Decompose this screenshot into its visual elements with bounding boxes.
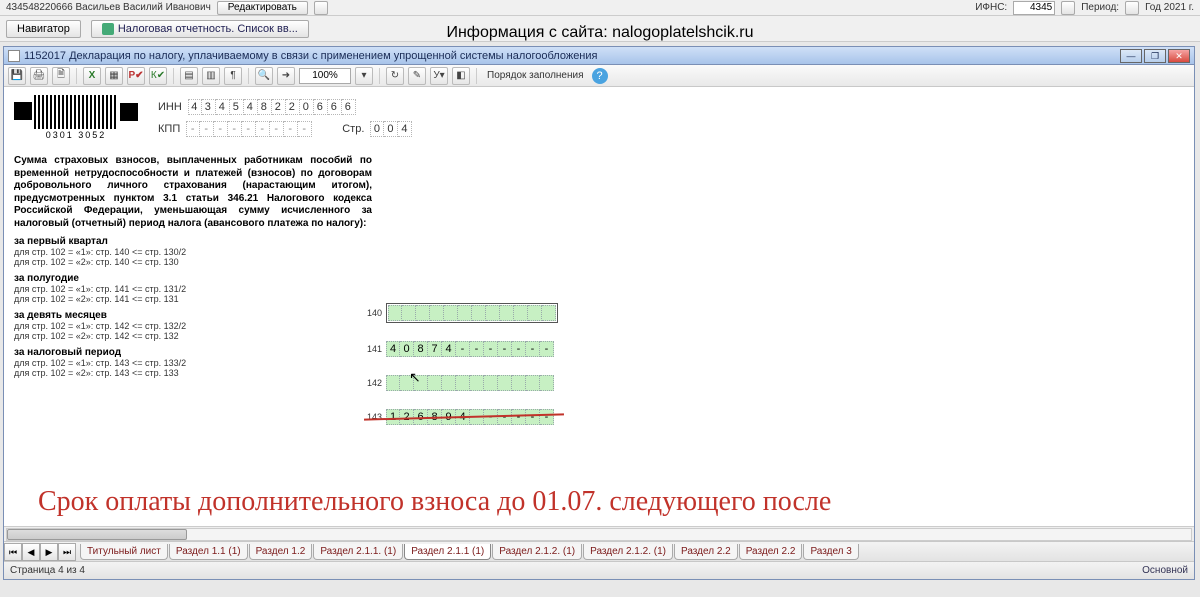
separator <box>476 68 477 84</box>
kpp-label: КПП <box>158 123 180 135</box>
amount-input-140[interactable] <box>388 305 556 321</box>
check-icon[interactable]: К✔ <box>149 67 167 85</box>
separator <box>248 68 249 84</box>
status-page: Страница 4 из 4 <box>10 565 85 576</box>
document-icon <box>102 23 114 35</box>
section-description: Сумма страховых взносов, выплаченных раб… <box>14 155 372 230</box>
barcode <box>34 95 118 129</box>
amount-input-143[interactable]: 126894------ <box>386 409 554 425</box>
open-window-label: Налоговая отчетность. Список вв... <box>118 23 298 35</box>
page-label: Стр. <box>342 123 364 135</box>
period-label: Период: <box>1081 2 1119 13</box>
field-label: 140 <box>364 308 382 318</box>
sheet-tab[interactable]: Раздел 2.1.1. (1) <box>313 544 403 560</box>
find-icon[interactable]: 🔍 <box>255 67 273 85</box>
goto-icon[interactable]: ➜ <box>277 67 295 85</box>
tab-first-button[interactable]: ⏮ <box>4 543 22 561</box>
sheet-tab[interactable]: Раздел 2.2 <box>674 544 738 560</box>
period-title: за налоговый период <box>14 347 1184 358</box>
maximize-button[interactable]: ❐ <box>1144 49 1166 63</box>
mdi-window: 1152017 Декларация по налогу, уплачиваем… <box>3 46 1195 580</box>
close-button[interactable]: ✕ <box>1168 49 1190 63</box>
save-icon[interactable]: 💾 <box>8 67 26 85</box>
inn-label: ИНН <box>158 101 182 113</box>
preview-icon[interactable]: 🗎 <box>52 67 70 85</box>
period-picker-button[interactable] <box>1125 1 1139 15</box>
minimize-button[interactable]: — <box>1120 49 1142 63</box>
separator <box>173 68 174 84</box>
open-window-tab[interactable]: Налоговая отчетность. Список вв... <box>91 20 309 38</box>
kpp-field[interactable]: --------- <box>186 121 312 137</box>
zoom-input[interactable] <box>299 68 351 84</box>
horizontal-scrollbar[interactable] <box>4 526 1194 541</box>
tool-icon-6[interactable]: ◧ <box>452 67 470 85</box>
pdf-icon[interactable]: P✔ <box>127 67 145 85</box>
sheet-tabbar: ⏮ ◀ ▶ ⏭ Титульный листРаздел 1.1 (1)Разд… <box>4 541 1194 561</box>
tool-icon-2[interactable]: ▥ <box>202 67 220 85</box>
tool-icon-3[interactable]: ¶ <box>224 67 242 85</box>
sheet-tab[interactable]: Раздел 2.1.1 (1) <box>404 544 491 560</box>
topbar-extra-button[interactable] <box>314 1 328 15</box>
year-label: Год 2021 г. <box>1145 2 1194 13</box>
amount-fields: 140 141 40874------- 142 143 126894------ <box>364 303 558 443</box>
form-page: ИНН 434548220666 КПП --------- Стр. 004 … <box>4 87 1194 539</box>
tool-icon-5[interactable]: У▾ <box>430 67 448 85</box>
toolbar: 💾 🖨 🗎 X ▦ P✔ К✔ ▤ ▥ ¶ 🔍 ➜ ▾ ↻ ✎ У▾ ◧ Пор… <box>4 65 1194 87</box>
fill-order-link[interactable]: Порядок заполнения <box>483 70 588 81</box>
mdi-titlebar: 1152017 Декларация по налогу, уплачиваем… <box>4 47 1194 65</box>
ifns-input[interactable] <box>1013 1 1055 15</box>
mdi-title-text: 1152017 Декларация по налогу, уплачиваем… <box>24 50 598 62</box>
zoom-dropdown[interactable]: ▾ <box>355 67 373 85</box>
field-label: 141 <box>364 344 382 354</box>
field-label: 142 <box>364 378 382 388</box>
barcode-block <box>14 95 138 129</box>
ifns-picker-button[interactable] <box>1061 1 1075 15</box>
separator <box>76 68 77 84</box>
excel-icon[interactable]: X <box>83 67 101 85</box>
print-icon[interactable]: 🖨 <box>30 67 48 85</box>
separator <box>379 68 380 84</box>
page-number-field: 004 <box>370 121 412 137</box>
sheet-tab[interactable]: Раздел 1.2 <box>249 544 313 560</box>
period-title: за первый квартал <box>14 236 1184 247</box>
document-icon <box>8 50 20 62</box>
sheet-tab[interactable]: Титульный лист <box>80 544 168 560</box>
sheet-tab[interactable]: Раздел 3 <box>803 544 858 560</box>
sheet-tab[interactable]: Раздел 2.2 <box>739 544 803 560</box>
status-mode: Основной <box>1142 565 1188 576</box>
period-title: за девять месяцев <box>14 310 1184 321</box>
tab-prev-button[interactable]: ◀ <box>22 543 40 561</box>
tool-icon-1[interactable]: ▤ <box>180 67 198 85</box>
tab-last-button[interactable]: ⏭ <box>58 543 76 561</box>
status-bar: Страница 4 из 4 Основной <box>4 561 1194 579</box>
periods-block: за первый кварталдля стр. 102 = «1»: стр… <box>14 236 1184 378</box>
period-title: за полугодие <box>14 273 1184 284</box>
field-label: 143 <box>364 412 382 422</box>
export-icon[interactable]: ▦ <box>105 67 123 85</box>
sheet-tab[interactable]: Раздел 2.1.2. (1) <box>492 544 582 560</box>
edit-button[interactable]: Редактировать <box>217 1 308 15</box>
taxpayer-id: 434548220666 Васильев Василий Иванович <box>6 2 211 13</box>
tool-icon-4[interactable]: ✎ <box>408 67 426 85</box>
help-icon[interactable]: ? <box>592 68 608 84</box>
amount-input-141[interactable]: 40874------- <box>386 341 554 357</box>
tab-next-button[interactable]: ▶ <box>40 543 58 561</box>
ifns-label: ИФНС: <box>975 2 1007 13</box>
refresh-icon[interactable]: ↻ <box>386 67 404 85</box>
navigator-button[interactable]: Навигатор <box>6 20 81 38</box>
inn-field[interactable]: 434548220666 <box>188 99 356 115</box>
sheet-tab[interactable]: Раздел 1.1 (1) <box>169 544 248 560</box>
sheet-tab[interactable]: Раздел 2.1.2. (1) <box>583 544 673 560</box>
amount-input-142[interactable] <box>386 375 554 391</box>
